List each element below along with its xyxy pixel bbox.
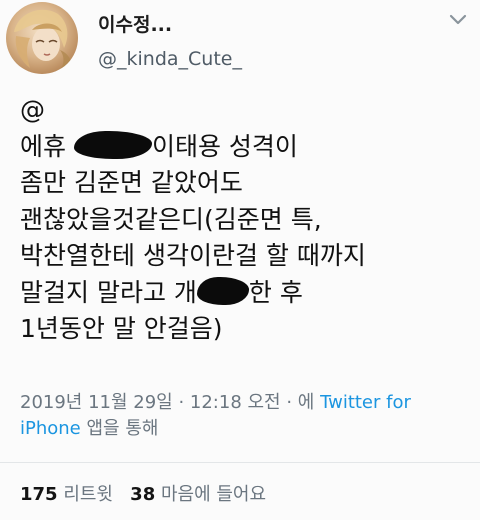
tweet-line-text: 박찬열한테 생각이란걸 할 때까지 xyxy=(20,241,366,270)
tweet-line-text: 1년동안 말 안걸음) xyxy=(20,314,223,343)
source-link[interactable]: Twitter for xyxy=(320,392,411,413)
retweet-label[interactable]: 리트윗 xyxy=(63,484,113,505)
engagement-stats: 175 리트윗 38 마음에 들어요 xyxy=(20,480,266,506)
tweet-line-1: @ xyxy=(20,92,470,129)
source-suffix: 앱을 통해 xyxy=(80,418,159,439)
censor-mark xyxy=(196,276,249,305)
tweet-text: @ 에휴 이태용 성격이 좀만 김준면 같았어도 괜찮았을것같은디(김준면 특,… xyxy=(20,92,470,348)
retweet-count[interactable]: 175 xyxy=(20,484,58,505)
like-count[interactable]: 38 xyxy=(130,484,155,505)
timestamp[interactable]: 2019년 11월 29일 · 12:18 오전 · 에 xyxy=(20,392,320,413)
tweet-card: 이수정... @_kinda_Cute_ @ 에휴 이태용 성격이 좀만 김준면… xyxy=(0,0,480,520)
censor-mark xyxy=(73,130,152,159)
tweet-line-text: 괜찮았을것같은디(김준면 특, xyxy=(20,204,322,234)
source-link-cont[interactable]: iPhone xyxy=(20,418,81,439)
username-handle[interactable]: @_kinda_Cute_ xyxy=(98,48,242,70)
tweet-line-text: 말걸지 말라고 개 xyxy=(20,277,197,307)
divider xyxy=(0,462,480,463)
like-label[interactable]: 마음에 들어요 xyxy=(161,484,266,505)
tweet-line-5: 박찬열한테 생각이란걸 할 때까지 xyxy=(20,238,470,275)
tweet-line-text: 에휴 xyxy=(20,131,74,161)
tweet-meta: 2019년 11월 29일 · 12:18 오전 · 에 Twitter for… xyxy=(20,390,470,442)
chevron-down-icon[interactable] xyxy=(446,8,470,32)
tweet-line-7: 1년동안 말 안걸음) xyxy=(20,311,470,348)
tweet-line-2: 에휴 이태용 성격이 xyxy=(20,129,470,166)
display-name[interactable]: 이수정... xyxy=(98,10,172,37)
tweet-line-6: 말걸지 말라고 개 한 후 xyxy=(20,275,470,312)
avatar[interactable] xyxy=(6,2,78,74)
tweet-line-text: 한 후 xyxy=(248,277,303,307)
avatar-illustration xyxy=(14,9,73,74)
tweet-line-text[interactable]: @ xyxy=(20,95,45,124)
tweet-header: 이수정... @_kinda_Cute_ xyxy=(6,2,476,78)
tweet-line-3: 좀만 김준면 같았어도 xyxy=(20,165,470,202)
tweet-line-text: 이태용 성격이 xyxy=(151,131,298,161)
tweet-line-4: 괜찮았을것같은디(김준면 특, xyxy=(20,202,470,239)
tweet-line-text: 좀만 김준면 같았어도 xyxy=(20,168,243,197)
